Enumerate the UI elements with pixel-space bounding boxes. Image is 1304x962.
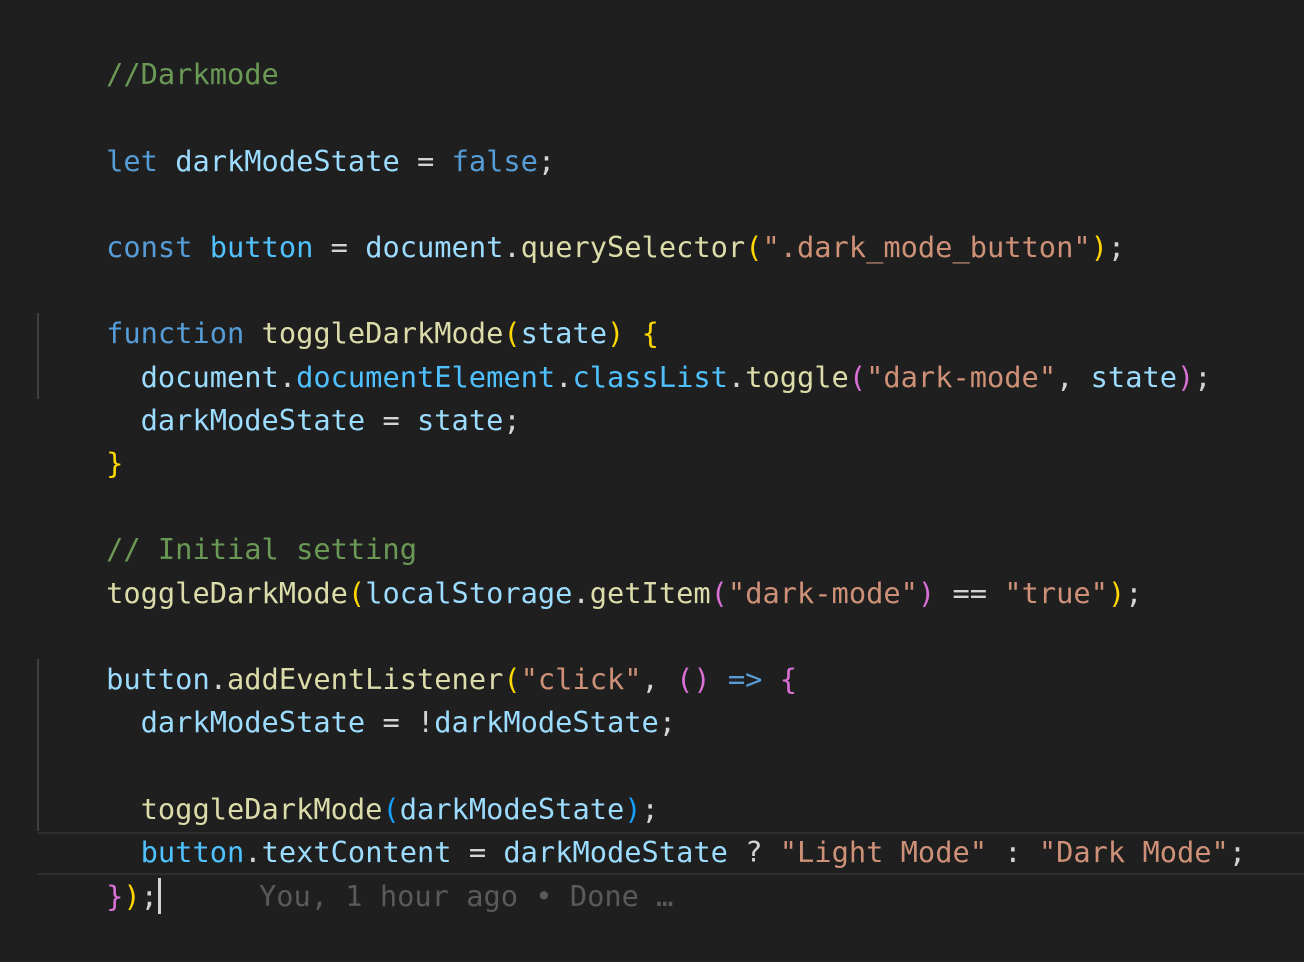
string: ".dark_mode_button" [762, 230, 1091, 265]
punctuation: . [555, 360, 573, 395]
code-line-1[interactable]: //Darkmode [37, 10, 279, 91]
punctuation: ; [1194, 360, 1212, 395]
code-line-4[interactable]: function toggleDarkMode(state) { [37, 269, 659, 350]
bracket: () [676, 662, 711, 697]
string: "dark-mode" [727, 576, 918, 611]
code-editor[interactable]: //Darkmode let darkModeState = false; co… [0, 0, 1304, 915]
punctuation: ; [537, 144, 556, 179]
bracket: } [106, 879, 124, 914]
keyword: let [106, 144, 158, 179]
punctuation: ; [1107, 230, 1126, 265]
property: classList [572, 360, 728, 395]
function-name: toggleDarkMode [106, 576, 348, 611]
identifier: state [1090, 360, 1178, 395]
identifier: darkModeState [175, 144, 400, 179]
string: "true" [1004, 576, 1108, 611]
comment: //Darkmode [106, 57, 279, 92]
operator: ? [727, 835, 780, 870]
bracket: { [779, 662, 798, 697]
code-line-12[interactable]: toggleDarkMode(darkModeState); [37, 745, 659, 826]
punctuation: . [503, 230, 521, 265]
code-line-6[interactable]: darkModeState = state; [37, 356, 521, 437]
keyword: const [106, 230, 193, 265]
bracket: ) [1090, 230, 1108, 265]
operator: == [935, 576, 1005, 611]
git-blame-annotation[interactable]: You, 1 hour ago • Done … [259, 879, 674, 913]
code-line-9[interactable]: toggleDarkMode(localStorage.getItem("dar… [37, 529, 1142, 610]
string: "Dark Mode" [1038, 835, 1229, 870]
code-line-8[interactable]: // Initial setting [37, 485, 417, 566]
identifier: darkModeState [140, 705, 366, 740]
punctuation: . [727, 360, 746, 395]
bracket: ( [745, 230, 763, 265]
code-line-7[interactable]: } [37, 399, 123, 480]
bracket: ( [710, 576, 728, 611]
bracket: ) [123, 879, 141, 914]
punctuation: . [572, 576, 590, 611]
function-name: getItem [589, 576, 711, 611]
punctuation: ; [503, 403, 521, 438]
identifier: document [365, 230, 504, 265]
code-line-10[interactable]: button.addEventListener("click", () => { [37, 615, 797, 696]
code-line-11[interactable]: darkModeState = !darkModeState; [37, 658, 676, 739]
bracket: ( [848, 360, 867, 395]
code-line-2[interactable]: let darkModeState = false; [37, 97, 555, 178]
string: "dark-mode" [866, 360, 1057, 395]
punctuation: ; [1125, 576, 1143, 611]
bracket: ( [347, 576, 366, 611]
operator: = [365, 403, 417, 438]
identifier: button [209, 230, 314, 265]
operator: = [313, 230, 366, 265]
bracket: ) [1107, 576, 1126, 611]
punctuation: , [1056, 360, 1091, 395]
operator: = [399, 144, 452, 179]
punctuation: ; [1228, 835, 1247, 870]
code-line-5[interactable]: document.documentElement.classList.toggl… [37, 313, 1212, 394]
punctuation: ; [658, 705, 677, 740]
code-line-3[interactable]: const button = document.querySelector(".… [37, 183, 1125, 264]
identifier: darkModeState [140, 403, 366, 438]
bracket: } [106, 446, 124, 481]
code-line-14[interactable]: }); You, 1 hour ago • Done … [37, 832, 673, 915]
code-line-13[interactable]: button.textContent = darkModeState ? "Li… [37, 788, 1246, 869]
function-name: querySelector [520, 230, 746, 265]
string: "Light Mode" [779, 835, 988, 870]
identifier: localStorage [365, 576, 573, 611]
bracket: ) [917, 576, 936, 611]
punctuation: ; [140, 879, 158, 914]
identifier: state [417, 403, 504, 438]
identifier: darkModeState [434, 705, 659, 740]
arrow-operator: => [710, 662, 780, 697]
function-name: toggle [745, 360, 849, 395]
operator: = ! [365, 705, 435, 740]
operator: : [987, 835, 1039, 870]
literal: false [451, 144, 538, 179]
text-cursor [157, 878, 161, 915]
bracket: ) [1177, 360, 1195, 395]
